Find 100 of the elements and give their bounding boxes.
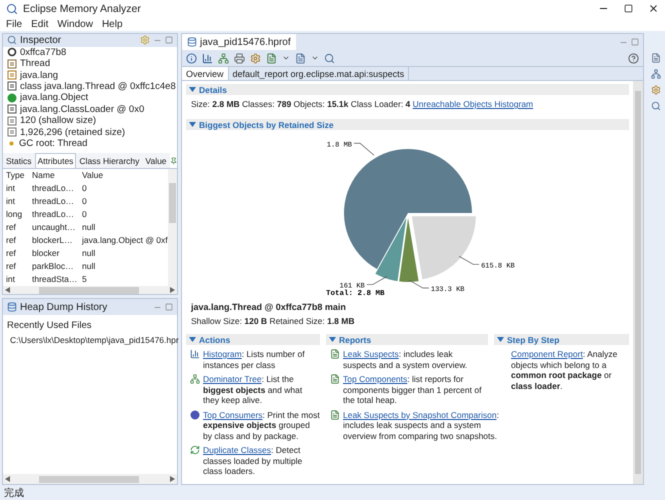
table-cell-text: ref — [5, 221, 17, 234]
table-cell-text: int — [5, 182, 16, 196]
table-cell-text: null — [81, 260, 96, 274]
menu-item[interactable]: Help — [102, 18, 123, 30]
leader-line — [458, 256, 479, 265]
maximize-icon — [165, 36, 173, 44]
left-arrow-icon[interactable] — [5, 476, 10, 482]
help-icon — [628, 52, 639, 64]
table-cell-text: 0 — [81, 208, 88, 222]
twistie-icon[interactable] — [329, 336, 336, 343]
action-description: Dominator Tree: List the biggest objects and what they keep alive. — [203, 374, 304, 406]
table-cell-text: ref — [5, 247, 17, 260]
table-cell-text: parkBloc… — [31, 260, 75, 274]
editor-subtab[interactable]: Overview — [182, 67, 229, 80]
section-header[interactable]: Reports — [326, 334, 488, 345]
action-link[interactable]: Top Components — [343, 374, 408, 384]
action-description: Duplicate Classes: Detect classes loaded by multiple class loaders. — [203, 445, 304, 476]
action-link[interactable]: Leak Suspects — [343, 349, 399, 359]
bar-chart-icon — [202, 52, 213, 64]
section-title: Actions — [199, 334, 230, 344]
table-cell-text: int — [5, 273, 16, 286]
horizontal-scrollbar[interactable] — [3, 286, 177, 294]
action-description: Leak Suspects: includes leak suspects and a system overview. — [343, 349, 468, 370]
left-arrow-icon[interactable] — [5, 287, 10, 294]
inspector-tab[interactable]: Class Hierarchy — [76, 153, 142, 168]
report-icon — [330, 410, 340, 420]
table-cell-text: null — [81, 221, 96, 234]
table-cell-text: threadLo… — [31, 208, 76, 222]
maximize-icon — [631, 38, 639, 46]
section-header[interactable]: Actions — [186, 334, 320, 345]
action-link[interactable]: Histogram — [203, 349, 242, 359]
inspector-item: class java.lang.Thread @ 0xffc1c4e8 — [20, 80, 176, 92]
vertical-scrollbar[interactable] — [168, 169, 177, 286]
twistie-icon[interactable] — [189, 121, 196, 128]
histogram-link[interactable]: Unreachable Objects Histogram — [412, 99, 534, 109]
search-icon — [324, 52, 335, 64]
file-item[interactable]: C:\Users\lx\Desktop\temp\java_pid15476.hpr — [10, 334, 179, 345]
printer-icon — [234, 52, 245, 64]
inspector-item: 1,926,296 (retained size) — [20, 126, 126, 138]
action-link[interactable]: Leak Suspects by Snapshot Comparison — [343, 410, 497, 420]
maximize-icon[interactable] — [624, 4, 633, 13]
action-description: Top Consumers: Print the most expensive objects grouped by class and by package. — [203, 410, 320, 441]
table-cell-text: threadLo… — [31, 182, 76, 196]
table-cell-text: 0 — [81, 195, 88, 208]
menu-item[interactable]: File — [6, 18, 22, 30]
vertical-scrollbar[interactable] — [633, 81, 643, 484]
database-icon — [187, 37, 197, 47]
action-link[interactable]: Component Report — [511, 349, 583, 359]
right-arrow-icon[interactable] — [170, 476, 175, 482]
dot-icon — [7, 138, 16, 148]
inspector-item: 0xffca77b8 — [20, 46, 66, 58]
table-cell-text: ref — [5, 234, 17, 248]
inspector-tab[interactable]: Value — [142, 153, 170, 168]
table-cell-text: threadSta… — [31, 273, 78, 286]
twistie-icon[interactable] — [497, 336, 504, 343]
section-header[interactable]: Details — [186, 84, 629, 95]
inspector-item: Thread — [20, 58, 50, 70]
sphere-icon — [190, 410, 200, 420]
table-cell-text: blockerL… — [31, 234, 74, 248]
report-icon — [266, 52, 277, 64]
gear-icon — [651, 85, 661, 95]
section-header[interactable]: Biggest Objects by Retained Size — [186, 119, 629, 130]
tree-icon — [651, 69, 661, 79]
info-icon — [186, 52, 197, 64]
gear-icon — [140, 35, 150, 46]
inspector-item: GC root: Thread — [19, 138, 88, 149]
leader-line — [366, 276, 387, 285]
details-summary: Size: 2.8 MB Classes: 789 Objects: 15.1k Class Loader: 4 Unreachable Objects Histogram — [190, 98, 534, 110]
section-header[interactable]: Step By Step — [494, 334, 629, 345]
twistie-icon[interactable] — [189, 86, 196, 93]
inspector-tab[interactable]: Attributes — [34, 153, 76, 168]
menu-item[interactable]: Window — [57, 18, 93, 30]
editor-subtab[interactable]: default_report org.eclipse.mat.api:suspects — [228, 67, 410, 80]
table-cell-text: java.lang.Object @ 0xf — [80, 234, 168, 248]
column-header: Type — [5, 169, 26, 182]
action-link[interactable]: Duplicate Classes — [203, 445, 272, 455]
section-label: Recently Used Files — [7, 320, 92, 331]
close-icon[interactable] — [648, 3, 659, 14]
inspector-item: 120 (shallow size) — [20, 115, 96, 126]
refresh-icon — [190, 445, 200, 455]
notes-icon — [651, 53, 661, 63]
report-icon — [330, 374, 340, 384]
action-description: Top Components: list reports for components bigger than 1 percent of the total heap. — [343, 374, 482, 406]
column-header: Value — [81, 169, 104, 182]
action-link[interactable]: Top Consumers — [203, 410, 263, 420]
gear-icon — [250, 52, 261, 64]
table-cell-text: uncaught… — [31, 221, 76, 234]
right-arrow-icon[interactable] — [170, 287, 175, 294]
action-link[interactable]: Dominator Tree — [203, 374, 262, 384]
menu-item[interactable]: Edit — [31, 18, 48, 30]
inspector-tab[interactable]: Statics — [3, 153, 35, 168]
action-description: Histogram: Lists number of instances per class — [203, 349, 306, 370]
section-title: Step By Step — [507, 334, 560, 344]
caret-icon — [282, 54, 290, 62]
tree-icon — [218, 52, 229, 64]
table-cell-text: threadLo… — [31, 195, 76, 208]
inspector-item: java.lang.Object — [20, 92, 88, 104]
action-description: Leak Suspects by Snapshot Comparison: includes leak suspects and a system overview from comparing two snapshots. — [343, 410, 499, 441]
twistie-icon[interactable] — [189, 336, 196, 343]
horizontal-scrollbar[interactable] — [3, 474, 177, 484]
